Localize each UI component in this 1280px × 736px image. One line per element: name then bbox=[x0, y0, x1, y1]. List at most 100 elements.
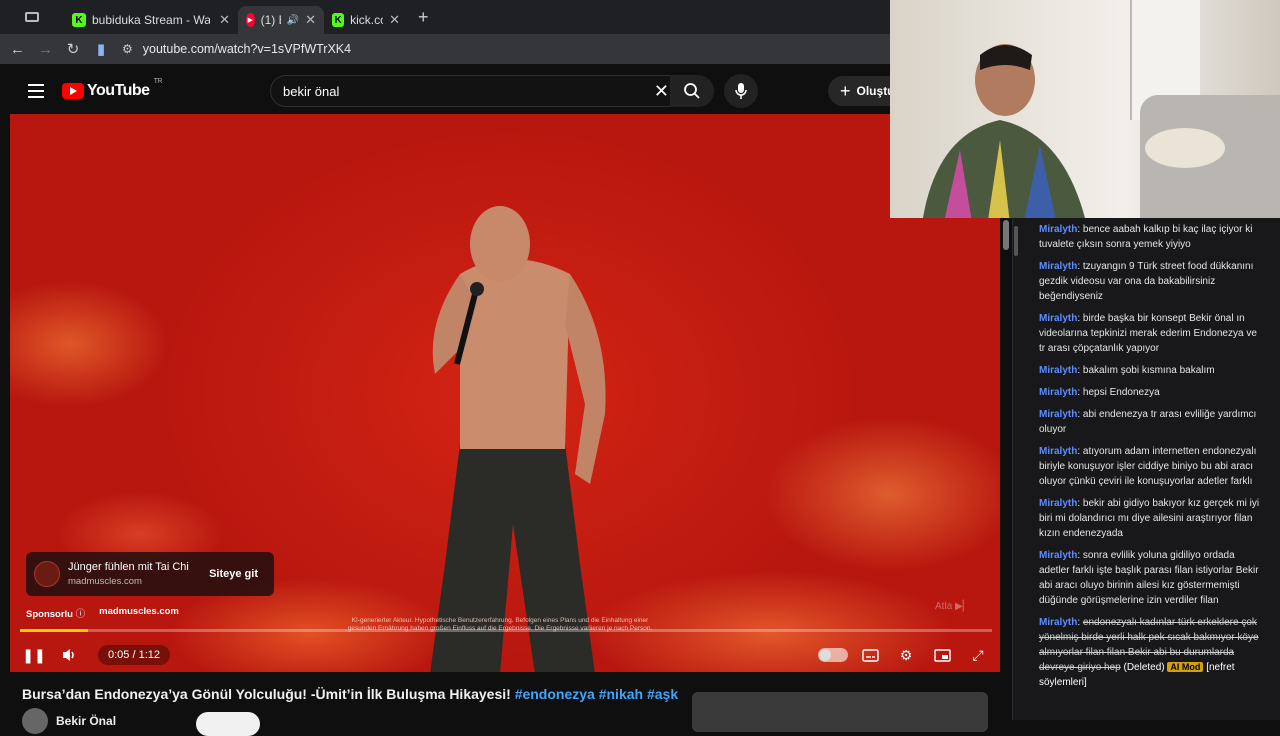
chat-message: Miralyth: hepsi Endonezya bbox=[1039, 387, 1160, 398]
sponsored-info: Sponsorlu ⓘ madmuscles.com bbox=[26, 606, 179, 620]
chat-message-text: bakalım şobi kısmına bakalım bbox=[1082, 365, 1215, 376]
volume-icon[interactable] bbox=[56, 648, 84, 662]
info-icon[interactable]: ⓘ bbox=[76, 609, 86, 620]
tab-youtube[interactable]: ▶ (1) Bu 🔊 ✕ bbox=[238, 6, 324, 34]
tab-overview-icon[interactable] bbox=[0, 0, 64, 34]
fullscreen-icon[interactable]: ⤢ bbox=[964, 647, 992, 664]
chat-message: Miralyth: bence aabah kalkıp bi kaç ilaç… bbox=[1039, 224, 1253, 250]
kick-icon: K bbox=[72, 13, 86, 27]
sponsored-domain[interactable]: madmuscles.com bbox=[99, 606, 179, 620]
webcam-streamer bbox=[923, 44, 1085, 218]
close-icon[interactable]: ✕ bbox=[389, 12, 400, 28]
plus-icon: + bbox=[840, 80, 851, 101]
chat-username[interactable]: Miralyth bbox=[1039, 550, 1077, 561]
chat-message: Miralyth: tzuyangın 9 Türk street food d… bbox=[1039, 261, 1254, 302]
ad-title: Jünger fühlen mit Tai Chi bbox=[68, 561, 189, 573]
search-box: ✕ bbox=[270, 75, 680, 107]
youtube-play-icon bbox=[62, 83, 84, 99]
video-frame-performer bbox=[430, 206, 606, 672]
chat-username[interactable]: Miralyth bbox=[1039, 365, 1077, 376]
chat-username[interactable]: Miralyth bbox=[1039, 446, 1077, 457]
miniplayer-icon[interactable] bbox=[928, 648, 956, 662]
ad-card[interactable]: Jünger fühlen mit Tai Chi madmuscles.com… bbox=[26, 552, 274, 596]
youtube-logo[interactable]: YouTube TR bbox=[62, 78, 162, 100]
progress-bar[interactable] bbox=[20, 629, 992, 632]
site-info-icon[interactable]: ⚙ bbox=[122, 42, 133, 56]
youtube-icon: ▶ bbox=[246, 13, 255, 27]
logo-text: YouTube bbox=[87, 82, 150, 99]
subscribe-button[interactable] bbox=[196, 712, 260, 736]
chat-username[interactable]: Miralyth bbox=[1039, 409, 1077, 420]
autoplay-toggle[interactable] bbox=[818, 648, 848, 662]
search-button[interactable] bbox=[670, 75, 714, 107]
chat-username[interactable]: Miralyth bbox=[1039, 224, 1077, 235]
youtube-header: YouTube TR ✕ + Oluştur bbox=[10, 68, 912, 114]
browser-tab-bar: K bubiduka Stream - Watch Live ✕ ▶ (1) B… bbox=[0, 0, 890, 34]
chat-username[interactable]: Miralyth bbox=[1039, 261, 1077, 272]
search-icon bbox=[684, 83, 700, 99]
chat-message-deleted: Miralyth: endonezyalı kadınlar türk erke… bbox=[1039, 617, 1259, 688]
chat-message: Miralyth: bakalım şobi kısmına bakalım bbox=[1039, 365, 1215, 376]
video-player[interactable]: Jünger fühlen mit Tai Chi madmuscles.com… bbox=[10, 114, 1000, 672]
kick-icon: K bbox=[332, 13, 345, 27]
reload-icon[interactable]: ↻ bbox=[66, 40, 80, 58]
tab-kick-stream[interactable]: K bubiduka Stream - Watch Live ✕ bbox=[64, 6, 238, 34]
microphone-icon bbox=[735, 83, 747, 99]
close-icon[interactable]: ✕ bbox=[305, 12, 316, 28]
tab-title: kick.com bbox=[350, 13, 383, 27]
channel-info: Bekir Önal bbox=[22, 708, 116, 734]
url-field[interactable]: ⚙ youtube.com/watch?v=1sVPfWTrXK4 bbox=[122, 42, 351, 56]
tab-kick[interactable]: K kick.com ✕ bbox=[324, 6, 408, 34]
forward-icon[interactable]: → bbox=[38, 41, 53, 58]
webcam-overlay bbox=[890, 0, 1280, 218]
url-text: youtube.com/watch?v=1sVPfWTrXK4 bbox=[142, 42, 352, 56]
visit-site-button[interactable]: Siteye git bbox=[201, 562, 266, 586]
back-icon[interactable]: ← bbox=[10, 41, 25, 58]
ad-domain: madmuscles.com bbox=[68, 576, 142, 587]
video-hashtags[interactable]: #endonezya #nikah #aşk bbox=[515, 686, 678, 702]
player-controls: ❚❚ 0:05 / 1:12 ⚙ ⤢ bbox=[20, 638, 992, 672]
close-icon[interactable]: ✕ bbox=[219, 12, 230, 28]
time-display: 0:05 / 1:12 bbox=[98, 645, 170, 665]
chat-scroll-thumb[interactable] bbox=[1014, 226, 1018, 256]
video-title: Bursa’dan Endonezya’ya Gönül Yolculuğu! … bbox=[22, 686, 678, 702]
skip-ad-button[interactable]: Atla ▶▏ bbox=[935, 601, 970, 612]
webcam-background-table bbox=[1145, 128, 1225, 168]
video-title-text: Bursa’dan Endonezya’ya Gönül Yolculuğu! … bbox=[22, 686, 511, 702]
hamburger-menu-icon[interactable] bbox=[10, 84, 62, 98]
pause-icon[interactable]: ❚❚ bbox=[20, 647, 48, 664]
page-scrollbar[interactable] bbox=[1003, 220, 1009, 250]
sponsored-label: Sponsorlu bbox=[26, 609, 73, 620]
chat-panel: Miralyth: bence aabah kalkıp bi kaç ilaç… bbox=[1012, 218, 1280, 720]
new-tab-button[interactable]: + bbox=[418, 7, 429, 28]
address-bar: ← → ↻ ▮ ⚙ youtube.com/watch?v=1sVPfWTrXK… bbox=[0, 34, 890, 64]
chat-message-text: hepsi Endonezya bbox=[1082, 387, 1160, 398]
ai-mod-badge: AI Mod bbox=[1167, 662, 1204, 672]
advertiser-logo bbox=[34, 561, 60, 587]
chat-username[interactable]: Miralyth bbox=[1039, 498, 1077, 509]
channel-avatar[interactable] bbox=[22, 708, 48, 734]
tab-title: bubiduka Stream - Watch Live bbox=[92, 13, 210, 27]
progress-fill bbox=[20, 629, 89, 632]
clear-icon[interactable]: ✕ bbox=[654, 81, 669, 102]
side-panel-icon[interactable]: ▮ bbox=[94, 40, 108, 58]
chat-username[interactable]: Miralyth bbox=[1039, 313, 1077, 324]
tab-title: (1) Bu bbox=[260, 13, 281, 27]
chat-message: Miralyth: birde başka bir konsept Bekir … bbox=[1039, 313, 1257, 354]
channel-name[interactable]: Bekir Önal bbox=[56, 714, 116, 728]
search-input[interactable] bbox=[283, 83, 623, 99]
chat-username[interactable]: Miralyth bbox=[1039, 617, 1077, 628]
chat-username[interactable]: Miralyth bbox=[1039, 387, 1077, 398]
skip-label: Atla bbox=[935, 601, 953, 612]
chat-message: Miralyth: abi endenezya tr arası evliliğ… bbox=[1039, 409, 1257, 435]
subtitles-icon[interactable] bbox=[856, 648, 884, 662]
chat-message: Miralyth: atıyorum adam internetten endo… bbox=[1039, 446, 1257, 487]
chat-message-list: Miralyth: bence aabah kalkıp bi kaç ilaç… bbox=[1039, 222, 1262, 608]
region-code: TR bbox=[153, 78, 163, 85]
speaker-icon[interactable]: 🔊 bbox=[287, 15, 299, 26]
recommended-thumbnail[interactable] bbox=[692, 692, 988, 732]
deleted-label: (Deleted) bbox=[1123, 662, 1165, 673]
settings-gear-icon[interactable]: ⚙ bbox=[892, 647, 920, 664]
chat-message: Miralyth: bekir abi gidiyo bakıyor kız g… bbox=[1039, 498, 1260, 539]
voice-search-button[interactable] bbox=[724, 74, 758, 108]
